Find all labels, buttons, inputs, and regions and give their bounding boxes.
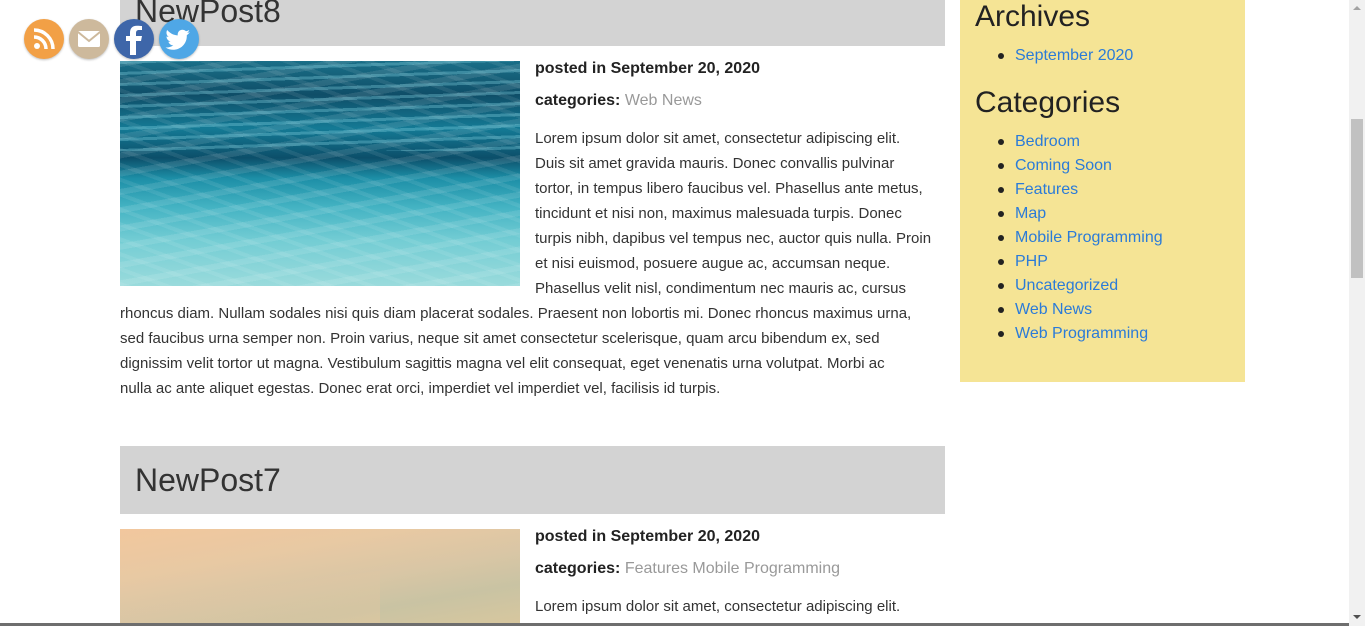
facebook-icon[interactable] [114,19,154,59]
category-link[interactable]: Map [1015,205,1046,222]
post-title-bar: NewPost7 [120,446,945,514]
posted-date: September 20, 2020 [610,60,760,77]
post-title-bar: NewPost8 [120,0,945,46]
vertical-scrollbar[interactable] [1349,0,1365,626]
excerpt-line: tincidunt et nisi non, maximus malesuada… [535,205,902,222]
excerpt-line: tortor, in tempus libero faucibus vel. P… [535,180,923,197]
categories-heading: Categories [975,86,1121,119]
excerpt-line: rhoncus diam. Nullam sodales nisi quis d… [120,305,912,322]
post-excerpt-wrapped: Lorem ipsum dolor sit amet, consectetur … [535,126,950,301]
posted-label: posted in [535,60,607,77]
posted-label: posted in [535,528,607,545]
archive-link[interactable]: September 2020 [1015,47,1133,64]
category-link[interactable]: Features Mobile Programming [625,560,840,577]
post-image[interactable] [120,61,520,286]
email-icon[interactable] [69,19,109,59]
archives-list: September 2020 [997,44,1133,68]
scrollbar-thumb[interactable] [1351,119,1363,278]
category-link[interactable]: Uncategorized [1015,277,1118,294]
posted-date: September 20, 2020 [610,528,760,545]
excerpt-line: Phasellus velit nisl, condimentum nec ma… [535,280,906,297]
category-link[interactable]: Web News [625,92,702,109]
category-link[interactable]: Coming Soon [1015,157,1112,174]
category-link[interactable]: Bedroom [1015,133,1080,150]
category-item: Mobile Programming [998,226,1163,250]
excerpt-line: dignissim velit tortor ut magna. Vestibu… [120,355,885,372]
archives-heading: Archives [975,0,1091,33]
category-item: Features [998,178,1163,202]
post-meta-categories: categories: Features Mobile Programming [535,560,840,578]
archive-item: September 2020 [997,44,1133,68]
post-meta-date: posted in September 20, 2020 [535,528,760,546]
social-icons [24,19,204,61]
scroll-up-arrow-icon[interactable] [1349,0,1365,17]
excerpt-line: sed faucibus urna semper non. Proin vari… [120,330,880,347]
twitter-icon[interactable] [159,19,199,59]
post-image[interactable] [120,529,520,626]
category-link[interactable]: Features [1015,181,1078,198]
rss-icon[interactable] [24,19,64,59]
sidebar: Archives September 2020 Categories Bedro… [960,0,1245,382]
category-link[interactable]: Web Programming [1015,325,1148,342]
post-excerpt-full: rhoncus diam. Nullam sodales nisi quis d… [120,301,949,401]
category-item: Bedroom [998,130,1163,154]
categories-label: categories: [535,92,621,109]
excerpt-line: nulla ac ante aliquet egestas. Donec era… [120,380,721,397]
categories-list: Bedroom Coming Soon Features Map Mobile … [998,130,1163,346]
category-item: Web News [998,298,1163,322]
excerpt-line: Lorem ipsum dolor sit amet, consectetur … [535,130,901,147]
post-title[interactable]: NewPost7 [135,462,281,499]
page: NewPost8 posted in September 20, 2020 ca… [0,0,1349,626]
categories-label: categories: [535,560,621,577]
post-excerpt-wrapped: Lorem ipsum dolor sit amet, consectetur … [535,594,950,619]
excerpt-line: Duis sit amet gravida mauris. Donec conv… [535,155,895,172]
category-item: Web Programming [998,322,1163,346]
excerpt-line: turpis nibh, dapibus vel tempus nec, auc… [535,230,932,247]
post-meta-categories: categories: Web News [535,92,702,110]
category-item: Uncategorized [998,274,1163,298]
category-item: PHP [998,250,1163,274]
category-link[interactable]: Mobile Programming [1015,229,1163,246]
category-link[interactable]: PHP [1015,253,1048,270]
scroll-down-arrow-icon[interactable] [1349,609,1365,626]
category-link[interactable]: Web News [1015,301,1092,318]
excerpt-line: Lorem ipsum dolor sit amet, consectetur … [535,598,901,615]
category-item: Map [998,202,1163,226]
post-meta-date: posted in September 20, 2020 [535,60,760,78]
excerpt-line: et nisi euismod, posuere augue ac, accum… [535,255,891,272]
category-item: Coming Soon [998,154,1163,178]
